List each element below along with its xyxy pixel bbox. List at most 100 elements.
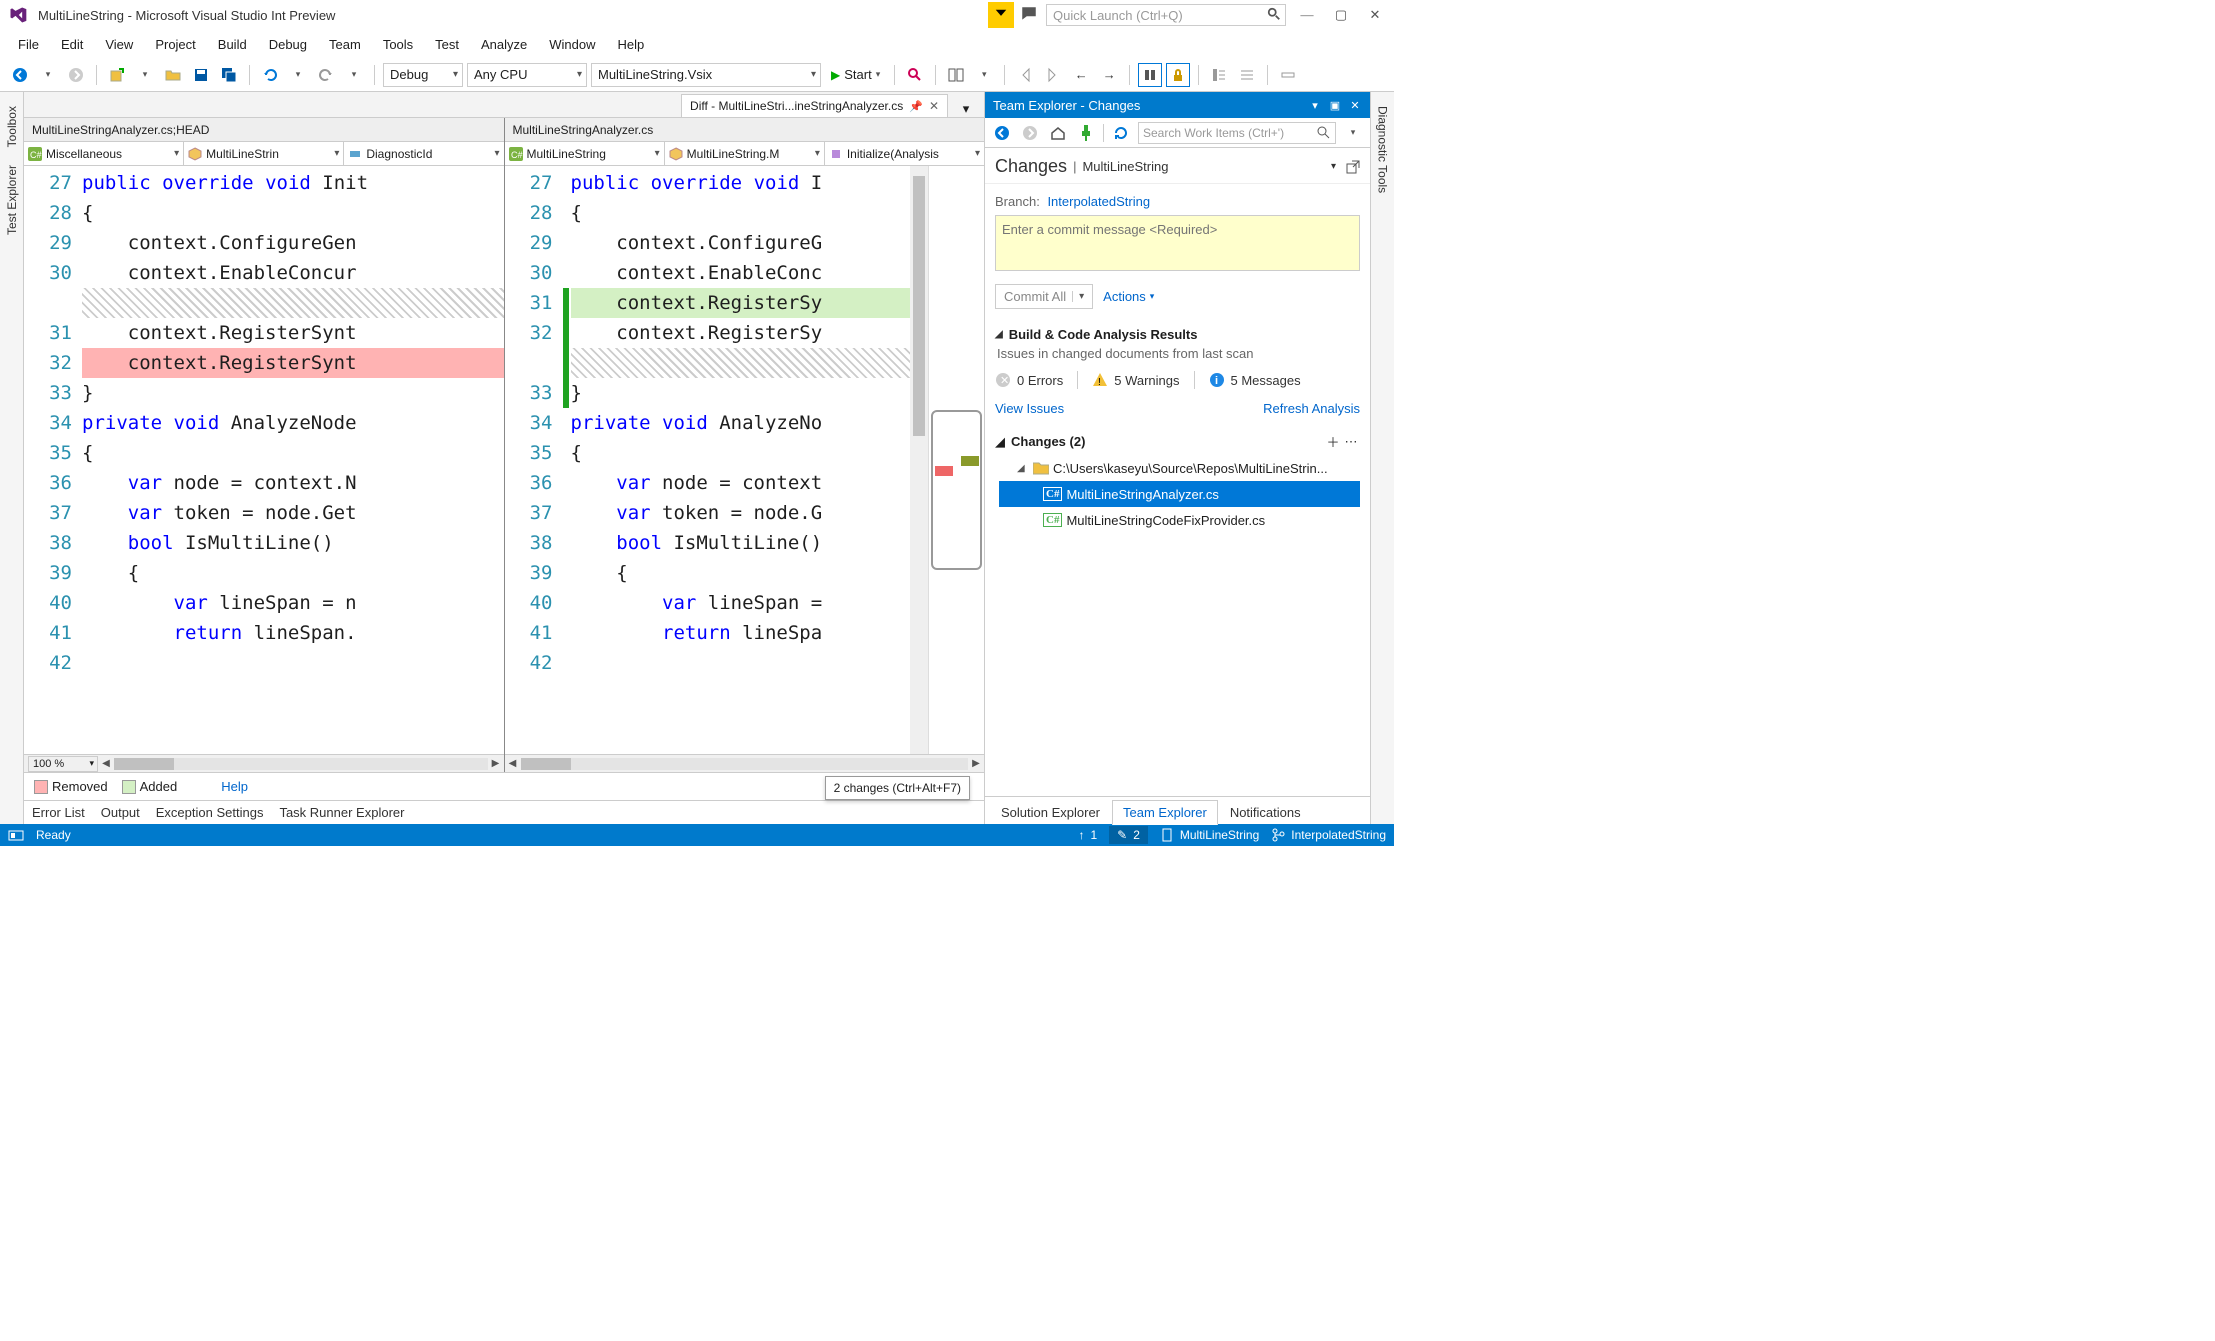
feedback-icon[interactable] bbox=[1020, 5, 1040, 25]
te-search-input[interactable]: Search Work Items (Ctrl+') bbox=[1138, 122, 1336, 144]
right-nav-class[interactable]: MultiLineString.M bbox=[665, 142, 825, 165]
menu-window[interactable]: Window bbox=[539, 33, 605, 56]
view-issues-link[interactable]: View Issues bbox=[995, 401, 1064, 416]
toolbar-icon-3[interactable] bbox=[1276, 63, 1300, 87]
output-tab[interactable]: Output bbox=[101, 805, 140, 820]
te-refresh-button[interactable] bbox=[1110, 122, 1132, 144]
analysis-section-header[interactable]: ◢ Build & Code Analysis Results bbox=[995, 321, 1360, 346]
save-all-button[interactable] bbox=[217, 63, 241, 87]
left-nav-member[interactable]: DiagnosticId bbox=[344, 142, 503, 165]
menu-edit[interactable]: Edit bbox=[51, 33, 93, 56]
changes-section-header[interactable]: ◢ Changes (2) ＋ ⋯ bbox=[995, 428, 1360, 455]
error-list-tab[interactable]: Error List bbox=[32, 805, 85, 820]
diff-view-button[interactable] bbox=[944, 63, 968, 87]
te-home-button[interactable] bbox=[1047, 122, 1069, 144]
menu-test[interactable]: Test bbox=[425, 33, 469, 56]
right-nav-project[interactable]: C#MultiLineString bbox=[505, 142, 665, 165]
arrow-right-button[interactable]: → bbox=[1097, 63, 1121, 87]
popout-icon[interactable] bbox=[1346, 160, 1360, 174]
nav-forward-button[interactable] bbox=[64, 63, 88, 87]
nav-back-button[interactable] bbox=[8, 63, 32, 87]
quick-launch-input[interactable]: Quick Launch (Ctrl+Q) bbox=[1046, 4, 1286, 26]
status-project[interactable]: MultiLineString bbox=[1160, 828, 1259, 842]
refresh-analysis-link[interactable]: Refresh Analysis bbox=[1263, 401, 1360, 416]
te-back-button[interactable] bbox=[991, 122, 1013, 144]
redo-dropdown[interactable]: ▾ bbox=[342, 63, 366, 87]
commit-dropdown-icon[interactable]: ▾ bbox=[1072, 291, 1084, 302]
tab-overflow-button[interactable]: ▾ bbox=[956, 101, 976, 117]
left-hscroll[interactable]: 100 % ◀ ▶ bbox=[24, 754, 504, 772]
team-explorer-tab[interactable]: Team Explorer bbox=[1112, 800, 1218, 825]
unpushed-commits[interactable]: ↑1 bbox=[1078, 828, 1097, 842]
document-tab-diff[interactable]: Diff - MultiLineStri...ineStringAnalyzer… bbox=[681, 94, 948, 117]
task-runner-tab[interactable]: Task Runner Explorer bbox=[279, 805, 404, 820]
toolbox-tab[interactable]: Toolbox bbox=[3, 100, 21, 153]
warnings-stat[interactable]: !5 Warnings bbox=[1092, 372, 1179, 388]
branch-link[interactable]: InterpolatedString bbox=[1047, 194, 1150, 209]
diff-prev-button[interactable] bbox=[1013, 63, 1037, 87]
notification-flag-icon[interactable] bbox=[988, 2, 1014, 28]
errors-stat[interactable]: ✕0 Errors bbox=[995, 372, 1063, 388]
te-forward-button[interactable] bbox=[1019, 122, 1041, 144]
startup-project-dropdown[interactable]: MultiLineString.Vsix bbox=[591, 63, 821, 87]
test-explorer-tab[interactable]: Test Explorer bbox=[3, 159, 21, 241]
notifications-tab[interactable]: Notifications bbox=[1220, 801, 1311, 824]
close-button[interactable]: ✕ bbox=[1362, 4, 1388, 26]
undo-button[interactable] bbox=[258, 63, 282, 87]
zoom-dropdown[interactable]: 100 % bbox=[28, 756, 98, 772]
stage-all-button[interactable]: ＋ bbox=[1324, 432, 1342, 451]
right-nav-member[interactable]: Initialize(Analysis bbox=[825, 142, 984, 165]
right-hscroll[interactable]: ◀ ▶ bbox=[505, 754, 985, 772]
menu-view[interactable]: View bbox=[95, 33, 143, 56]
close-tab-icon[interactable]: ✕ bbox=[929, 99, 939, 113]
menu-build[interactable]: Build bbox=[208, 33, 257, 56]
menu-debug[interactable]: Debug bbox=[259, 33, 317, 56]
menu-file[interactable]: File bbox=[8, 33, 49, 56]
pending-changes[interactable]: ✎2 bbox=[1109, 826, 1148, 844]
menu-help[interactable]: Help bbox=[608, 33, 655, 56]
toolbar-icon-2[interactable] bbox=[1235, 63, 1259, 87]
commit-message-input[interactable] bbox=[995, 215, 1360, 271]
new-project-dropdown[interactable]: ▾ bbox=[133, 63, 157, 87]
changed-file-row[interactable]: C# MultiLineStringAnalyzer.cs bbox=[999, 481, 1360, 507]
menu-analyze[interactable]: Analyze bbox=[471, 33, 537, 56]
solution-explorer-tab[interactable]: Solution Explorer bbox=[991, 801, 1110, 824]
diff-next-button[interactable] bbox=[1041, 63, 1065, 87]
redo-button[interactable] bbox=[314, 63, 338, 87]
left-nav-project[interactable]: C#Miscellaneous bbox=[24, 142, 184, 165]
toolbar-icon-1[interactable] bbox=[1207, 63, 1231, 87]
maximize-button[interactable]: ▢ bbox=[1328, 4, 1354, 26]
exception-settings-tab[interactable]: Exception Settings bbox=[156, 805, 264, 820]
config-dropdown[interactable]: Debug bbox=[383, 63, 463, 87]
panel-dropdown-icon[interactable]: ▾ bbox=[1308, 98, 1322, 112]
menu-team[interactable]: Team bbox=[319, 33, 371, 56]
minimize-button[interactable]: — bbox=[1294, 4, 1320, 26]
expand-icon[interactable]: ◢ bbox=[1017, 463, 1029, 474]
save-button[interactable] bbox=[189, 63, 213, 87]
folder-row[interactable]: ◢ C:\Users\kaseyu\Source\Repos\MultiLine… bbox=[999, 455, 1360, 481]
right-vscroll[interactable] bbox=[910, 166, 928, 754]
actions-link[interactable]: Actions ▾ bbox=[1103, 289, 1154, 304]
nav-back-dropdown[interactable]: ▾ bbox=[36, 63, 60, 87]
lock-button[interactable] bbox=[1166, 63, 1190, 87]
left-nav-class[interactable]: MultiLineStrin bbox=[184, 142, 344, 165]
diff-view-dropdown[interactable]: ▾ bbox=[972, 63, 996, 87]
platform-dropdown[interactable]: Any CPU bbox=[467, 63, 587, 87]
status-branch[interactable]: InterpolatedString bbox=[1271, 828, 1386, 842]
start-debug-button[interactable]: ▶ Start ▾ bbox=[825, 63, 886, 87]
messages-stat[interactable]: i5 Messages bbox=[1209, 372, 1301, 388]
find-in-files-button[interactable] bbox=[903, 63, 927, 87]
changes-more-button[interactable]: ⋯ bbox=[1342, 434, 1360, 450]
te-search-dropdown[interactable]: ▾ bbox=[1342, 122, 1364, 144]
diagnostic-tools-tab[interactable]: Diagnostic Tools bbox=[1374, 100, 1392, 199]
changed-file-row[interactable]: C# MultiLineStringCodeFixProvider.cs bbox=[999, 507, 1360, 533]
diff-help-link[interactable]: Help bbox=[221, 779, 248, 794]
te-connect-button[interactable] bbox=[1075, 122, 1097, 144]
header-dropdown-icon[interactable]: ▾ bbox=[1331, 161, 1336, 172]
arrow-left-button[interactable]: ← bbox=[1069, 63, 1093, 87]
scroll-left-icon[interactable]: ◀ bbox=[505, 758, 521, 769]
menu-tools[interactable]: Tools bbox=[373, 33, 423, 56]
commit-all-button[interactable]: Commit All ▾ bbox=[995, 284, 1093, 309]
new-project-button[interactable] bbox=[105, 63, 129, 87]
panel-close-icon[interactable]: ✕ bbox=[1348, 98, 1362, 112]
